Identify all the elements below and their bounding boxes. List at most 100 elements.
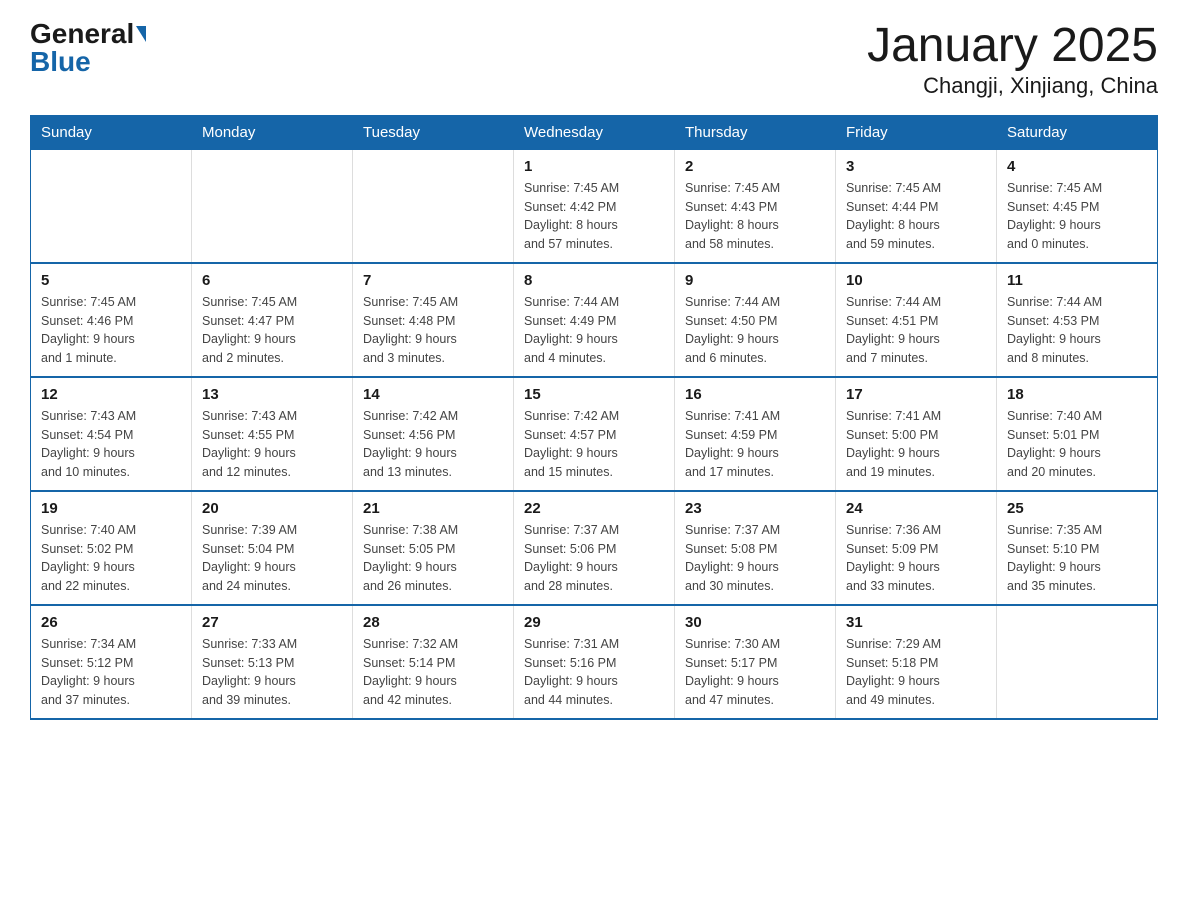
calendar-day-cell: 30 Sunrise: 7:30 AMSunset: 5:17 PMDayligh…	[675, 605, 836, 719]
calendar-week-row: 26 Sunrise: 7:34 AMSunset: 5:12 PMDayligh…	[31, 605, 1158, 719]
day-info: Sunrise: 7:31 AMSunset: 5:16 PMDaylight:…	[524, 635, 664, 710]
day-number: 30	[685, 614, 825, 631]
day-info: Sunrise: 7:44 AMSunset: 4:49 PMDaylight:…	[524, 293, 664, 368]
weekday-header-row: Sunday Monday Tuesday Wednesday Thursday…	[31, 115, 1158, 149]
page-header: General Blue January 2025 Changji, Xinji…	[30, 20, 1158, 99]
calendar-day-cell: 18Sunrise: 7:40 AMSunset: 5:01 PMDayligh…	[997, 377, 1158, 491]
day-info: Sunrise: 7:41 AMSunset: 4:59 PMDaylight:…	[685, 407, 825, 482]
day-info: Sunrise: 7:45 AMSunset: 4:47 PMDaylight:…	[202, 293, 342, 368]
calendar-day-cell: 14 Sunrise: 7:42 AMSunset: 4:56 PMDayligh…	[353, 377, 514, 491]
calendar-day-cell: 23 Sunrise: 7:37 AMSunset: 5:08 PMDayligh…	[675, 491, 836, 605]
calendar-day-cell: 4 Sunrise: 7:45 AMSunset: 4:45 PMDaylight…	[997, 149, 1158, 263]
calendar-day-cell: 3 Sunrise: 7:45 AMSunset: 4:44 PMDaylight…	[836, 149, 997, 263]
calendar-day-cell: 31Sunrise: 7:29 AMSunset: 5:18 PMDayligh…	[836, 605, 997, 719]
day-info: Sunrise: 7:45 AMSunset: 4:48 PMDaylight:…	[363, 293, 503, 368]
calendar-day-cell: 10 Sunrise: 7:44 AMSunset: 4:51 PMDayligh…	[836, 263, 997, 377]
day-info: Sunrise: 7:36 AMSunset: 5:09 PMDaylight:…	[846, 521, 986, 596]
calendar-day-cell: 7 Sunrise: 7:45 AMSunset: 4:48 PMDaylight…	[353, 263, 514, 377]
calendar-day-cell: 20 Sunrise: 7:39 AMSunset: 5:04 PMDayligh…	[192, 491, 353, 605]
day-info: Sunrise: 7:41 AMSunset: 5:00 PMDaylight:…	[846, 407, 986, 482]
day-number: 13	[202, 386, 342, 403]
day-number: 20	[202, 500, 342, 517]
calendar-day-cell: 13Sunrise: 7:43 AMSunset: 4:55 PMDayligh…	[192, 377, 353, 491]
day-number: 19	[41, 500, 181, 517]
calendar-day-cell	[31, 149, 192, 263]
logo: General Blue	[30, 20, 146, 76]
header-wednesday: Wednesday	[514, 115, 675, 149]
calendar-day-cell: 17 Sunrise: 7:41 AMSunset: 5:00 PMDayligh…	[836, 377, 997, 491]
day-info: Sunrise: 7:39 AMSunset: 5:04 PMDaylight:…	[202, 521, 342, 596]
day-number: 26	[41, 614, 181, 631]
day-info: Sunrise: 7:45 AMSunset: 4:46 PMDaylight:…	[41, 293, 181, 368]
day-number: 2	[685, 158, 825, 175]
day-info: Sunrise: 7:30 AMSunset: 5:17 PMDaylight:…	[685, 635, 825, 710]
header-tuesday: Tuesday	[353, 115, 514, 149]
calendar-day-cell: 11Sunrise: 7:44 AMSunset: 4:53 PMDayligh…	[997, 263, 1158, 377]
title-area: January 2025 Changji, Xinjiang, China	[867, 20, 1158, 99]
calendar-day-cell: 24 Sunrise: 7:36 AMSunset: 5:09 PMDayligh…	[836, 491, 997, 605]
day-number: 21	[363, 500, 503, 517]
day-number: 24	[846, 500, 986, 517]
calendar-day-cell: 8 Sunrise: 7:44 AMSunset: 4:49 PMDaylight…	[514, 263, 675, 377]
calendar-day-cell	[192, 149, 353, 263]
day-number: 6	[202, 272, 342, 289]
day-number: 14	[363, 386, 503, 403]
calendar-day-cell: 2Sunrise: 7:45 AMSunset: 4:43 PMDaylight…	[675, 149, 836, 263]
logo-triangle-icon	[136, 26, 146, 42]
day-number: 16	[685, 386, 825, 403]
day-number: 3	[846, 158, 986, 175]
header-sunday: Sunday	[31, 115, 192, 149]
day-number: 27	[202, 614, 342, 631]
day-number: 7	[363, 272, 503, 289]
calendar-day-cell: 22Sunrise: 7:37 AMSunset: 5:06 PMDayligh…	[514, 491, 675, 605]
day-number: 18	[1007, 386, 1147, 403]
day-info: Sunrise: 7:44 AMSunset: 4:53 PMDaylight:…	[1007, 293, 1147, 368]
day-info: Sunrise: 7:45 AMSunset: 4:44 PMDaylight:…	[846, 179, 986, 254]
logo-blue-text: Blue	[30, 48, 91, 76]
day-info: Sunrise: 7:44 AMSunset: 4:50 PMDaylight:…	[685, 293, 825, 368]
day-number: 23	[685, 500, 825, 517]
header-saturday: Saturday	[997, 115, 1158, 149]
day-number: 17	[846, 386, 986, 403]
day-info: Sunrise: 7:37 AMSunset: 5:08 PMDaylight:…	[685, 521, 825, 596]
calendar-day-cell: 6 Sunrise: 7:45 AMSunset: 4:47 PMDaylight…	[192, 263, 353, 377]
day-number: 12	[41, 386, 181, 403]
day-number: 28	[363, 614, 503, 631]
day-number: 4	[1007, 158, 1147, 175]
day-info: Sunrise: 7:45 AMSunset: 4:45 PMDaylight:…	[1007, 179, 1147, 254]
day-number: 5	[41, 272, 181, 289]
day-info: Sunrise: 7:42 AMSunset: 4:57 PMDaylight:…	[524, 407, 664, 482]
calendar-day-cell: 25 Sunrise: 7:35 AMSunset: 5:10 PMDayligh…	[997, 491, 1158, 605]
day-number: 22	[524, 500, 664, 517]
calendar-week-row: 19 Sunrise: 7:40 AMSunset: 5:02 PMDayligh…	[31, 491, 1158, 605]
day-number: 25	[1007, 500, 1147, 517]
calendar-body: 1Sunrise: 7:45 AMSunset: 4:42 PMDaylight…	[31, 149, 1158, 719]
day-info: Sunrise: 7:40 AMSunset: 5:02 PMDaylight:…	[41, 521, 181, 596]
calendar-day-cell: 19 Sunrise: 7:40 AMSunset: 5:02 PMDayligh…	[31, 491, 192, 605]
logo-general-text: General	[30, 20, 134, 48]
calendar-day-cell: 26 Sunrise: 7:34 AMSunset: 5:12 PMDayligh…	[31, 605, 192, 719]
header-monday: Monday	[192, 115, 353, 149]
day-info: Sunrise: 7:45 AMSunset: 4:42 PMDaylight:…	[524, 179, 664, 254]
calendar-week-row: 5 Sunrise: 7:45 AMSunset: 4:46 PMDaylight…	[31, 263, 1158, 377]
calendar-day-cell: 5 Sunrise: 7:45 AMSunset: 4:46 PMDaylight…	[31, 263, 192, 377]
day-info: Sunrise: 7:42 AMSunset: 4:56 PMDaylight:…	[363, 407, 503, 482]
day-info: Sunrise: 7:34 AMSunset: 5:12 PMDaylight:…	[41, 635, 181, 710]
day-info: Sunrise: 7:29 AMSunset: 5:18 PMDaylight:…	[846, 635, 986, 710]
day-info: Sunrise: 7:44 AMSunset: 4:51 PMDaylight:…	[846, 293, 986, 368]
calendar-week-row: 1Sunrise: 7:45 AMSunset: 4:42 PMDaylight…	[31, 149, 1158, 263]
header-thursday: Thursday	[675, 115, 836, 149]
day-info: Sunrise: 7:35 AMSunset: 5:10 PMDaylight:…	[1007, 521, 1147, 596]
day-info: Sunrise: 7:32 AMSunset: 5:14 PMDaylight:…	[363, 635, 503, 710]
calendar-day-cell: 29Sunrise: 7:31 AMSunset: 5:16 PMDayligh…	[514, 605, 675, 719]
header-friday: Friday	[836, 115, 997, 149]
day-number: 8	[524, 272, 664, 289]
day-number: 15	[524, 386, 664, 403]
calendar-table: Sunday Monday Tuesday Wednesday Thursday…	[30, 115, 1158, 720]
calendar-day-cell: 21 Sunrise: 7:38 AMSunset: 5:05 PMDayligh…	[353, 491, 514, 605]
calendar-day-cell: 15 Sunrise: 7:42 AMSunset: 4:57 PMDayligh…	[514, 377, 675, 491]
day-info: Sunrise: 7:38 AMSunset: 5:05 PMDaylight:…	[363, 521, 503, 596]
calendar-day-cell: 1Sunrise: 7:45 AMSunset: 4:42 PMDaylight…	[514, 149, 675, 263]
calendar-day-cell: 27Sunrise: 7:33 AMSunset: 5:13 PMDayligh…	[192, 605, 353, 719]
day-number: 10	[846, 272, 986, 289]
